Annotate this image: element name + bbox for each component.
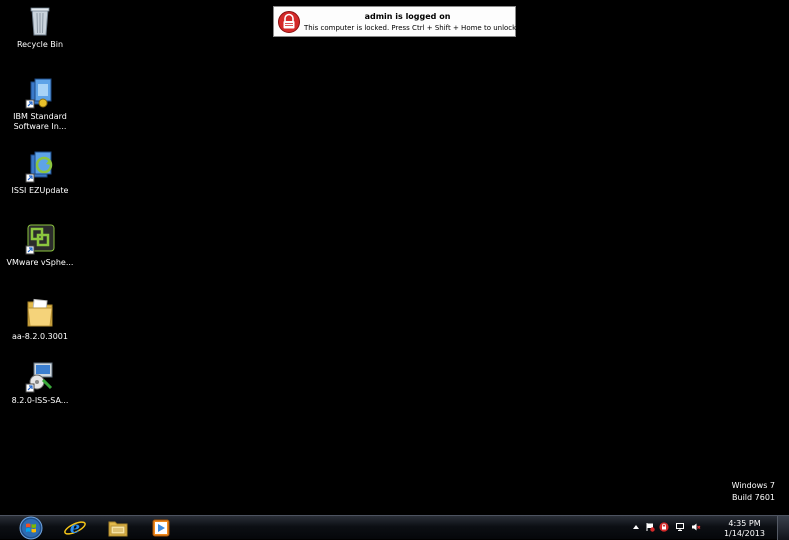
desktop-icon-label: Recycle Bin: [16, 40, 64, 49]
clock-date: 1/14/2013: [723, 529, 765, 538]
vmware-icon: [25, 224, 55, 255]
lock-notice-title: admin is logged on: [364, 12, 451, 21]
desktop-icon-label: aa-8.2.0.3001: [12, 332, 68, 341]
show-desktop-button[interactable]: [777, 516, 789, 540]
action-center-flag-icon[interactable]: [645, 522, 655, 532]
recycle-bin-icon: [30, 7, 50, 36]
media-player-icon[interactable]: [148, 518, 174, 538]
lock-icon: [278, 11, 300, 33]
installer-icon: [25, 78, 52, 109]
watermark-os: Windows 7: [731, 481, 775, 490]
setup-icon: [25, 362, 53, 393]
volume-muted-icon[interactable]: [691, 522, 701, 532]
taskbar: e 4:35 PM 1/14/2013: [0, 515, 789, 540]
lock-notice: admin is logged on This computer is lock…: [273, 6, 519, 37]
desktop-icon-label: ISSI EZUpdate: [11, 186, 69, 195]
lock-status-icon[interactable]: [659, 522, 669, 532]
desktop-icon-iss-setup[interactable]: 8.2.0-ISS-SA...: [4, 360, 76, 406]
clock-time: 4:35 PM: [728, 519, 761, 528]
internet-explorer-icon[interactable]: e: [62, 518, 88, 538]
desktop-icon-folder-aa[interactable]: aa-8.2.0.3001: [4, 296, 76, 342]
watermark-build: Build 7601: [732, 493, 775, 502]
svg-text:e: e: [70, 518, 80, 537]
system-tray: 4:35 PM 1/14/2013: [629, 516, 789, 540]
desktop-icon-ibm-standard-software[interactable]: IBM Standard Software In...: [4, 76, 76, 132]
desktop-icon-label: VMware vSphe...: [6, 258, 74, 267]
lock-notice-message: This computer is locked. Press Ctrl + Sh…: [304, 24, 519, 32]
folder-icon: [27, 298, 53, 327]
windows-explorer-icon[interactable]: [105, 518, 131, 538]
desktop-icon-label: IBM Standard Software In...: [13, 112, 67, 131]
desktop[interactable]: Recycle Bin IBM Standard Software In... …: [0, 0, 789, 540]
display-monitor-icon[interactable]: [675, 522, 685, 532]
start-button[interactable]: [16, 516, 46, 540]
windows-build-watermark: Windows 7 Build 7601: [732, 480, 775, 504]
show-hidden-icons-icon[interactable]: [631, 522, 641, 532]
taskbar-clock[interactable]: 4:35 PM 1/14/2013: [724, 519, 765, 539]
update-icon: [25, 151, 53, 183]
desktop-icon-label: 8.2.0-ISS-SA...: [11, 396, 69, 405]
desktop-icon-recycle-bin[interactable]: Recycle Bin: [4, 4, 76, 50]
desktop-icon-issi-ezupdate[interactable]: ISSI EZUpdate: [4, 150, 76, 196]
desktop-icon-vmware-vsphere[interactable]: VMware vSphe...: [4, 222, 76, 268]
